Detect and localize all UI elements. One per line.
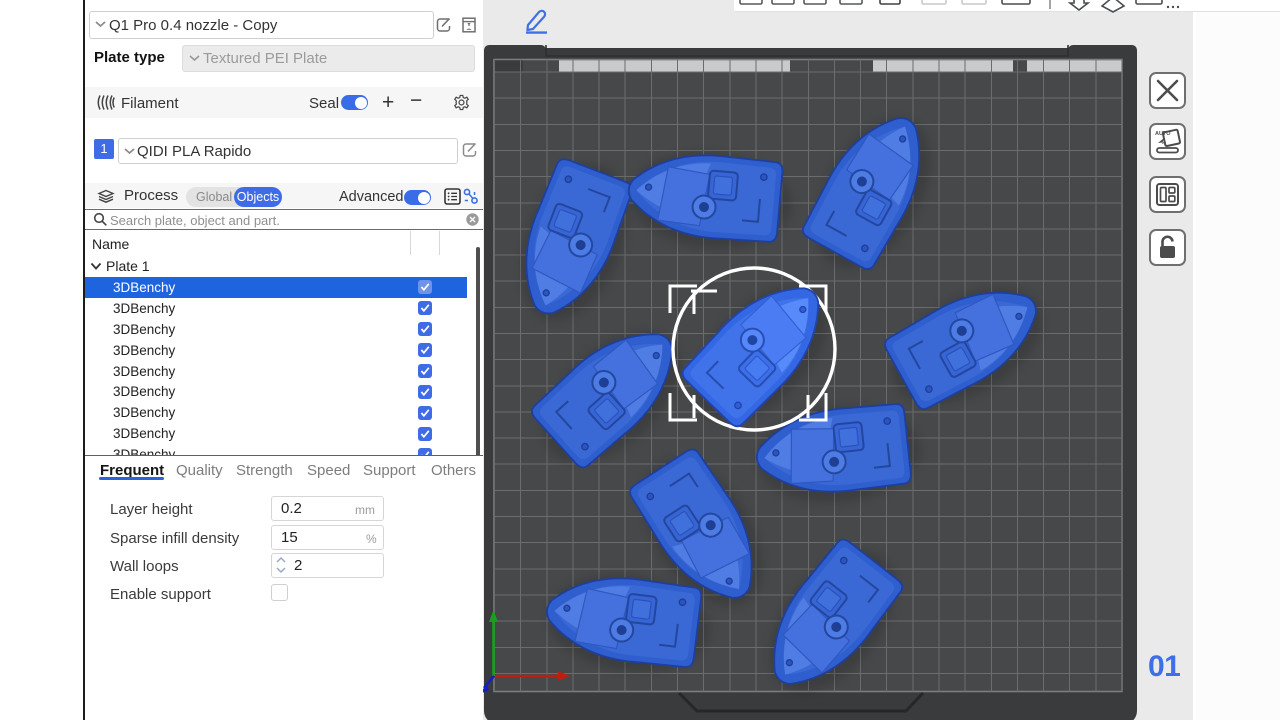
svg-text:AUTO: AUTO (1155, 131, 1171, 137)
